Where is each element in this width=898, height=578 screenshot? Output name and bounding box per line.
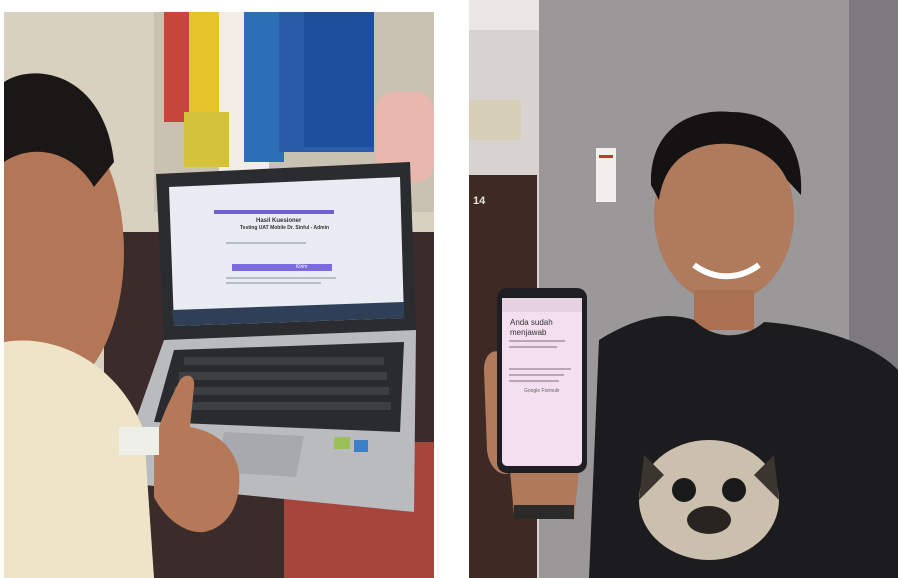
form-heading-line1: Hasil Kuesioner	[256, 218, 302, 224]
phone-confirmation-title: Anda sudah	[510, 318, 553, 327]
right-photo-illustration	[469, 0, 898, 578]
form-heading-line2: Testing UAT Mobile Dr. Sinful - Admin	[240, 225, 330, 231]
photo-right-phone-confirmation: 14 Anda sudah menjawab Google Formulir	[469, 0, 898, 578]
form-submit-button: Kirim	[296, 264, 308, 270]
form-accent-bar	[232, 264, 332, 271]
phone-footer-google-forms: Google Formulir	[524, 388, 560, 394]
left-photo-illustration	[4, 12, 434, 578]
laptop-sticker	[119, 427, 159, 455]
binder-blue	[244, 12, 284, 162]
door-number: 14	[473, 195, 486, 207]
photo-left-laptop-selfie: Hasil Kuesioner Testing UAT Mobile Dr. S…	[4, 12, 434, 578]
wristwatch	[514, 505, 574, 519]
phone-confirmation-title-line2: menjawab	[510, 328, 547, 337]
decorative-panel	[469, 100, 521, 140]
pug-print	[639, 440, 779, 560]
